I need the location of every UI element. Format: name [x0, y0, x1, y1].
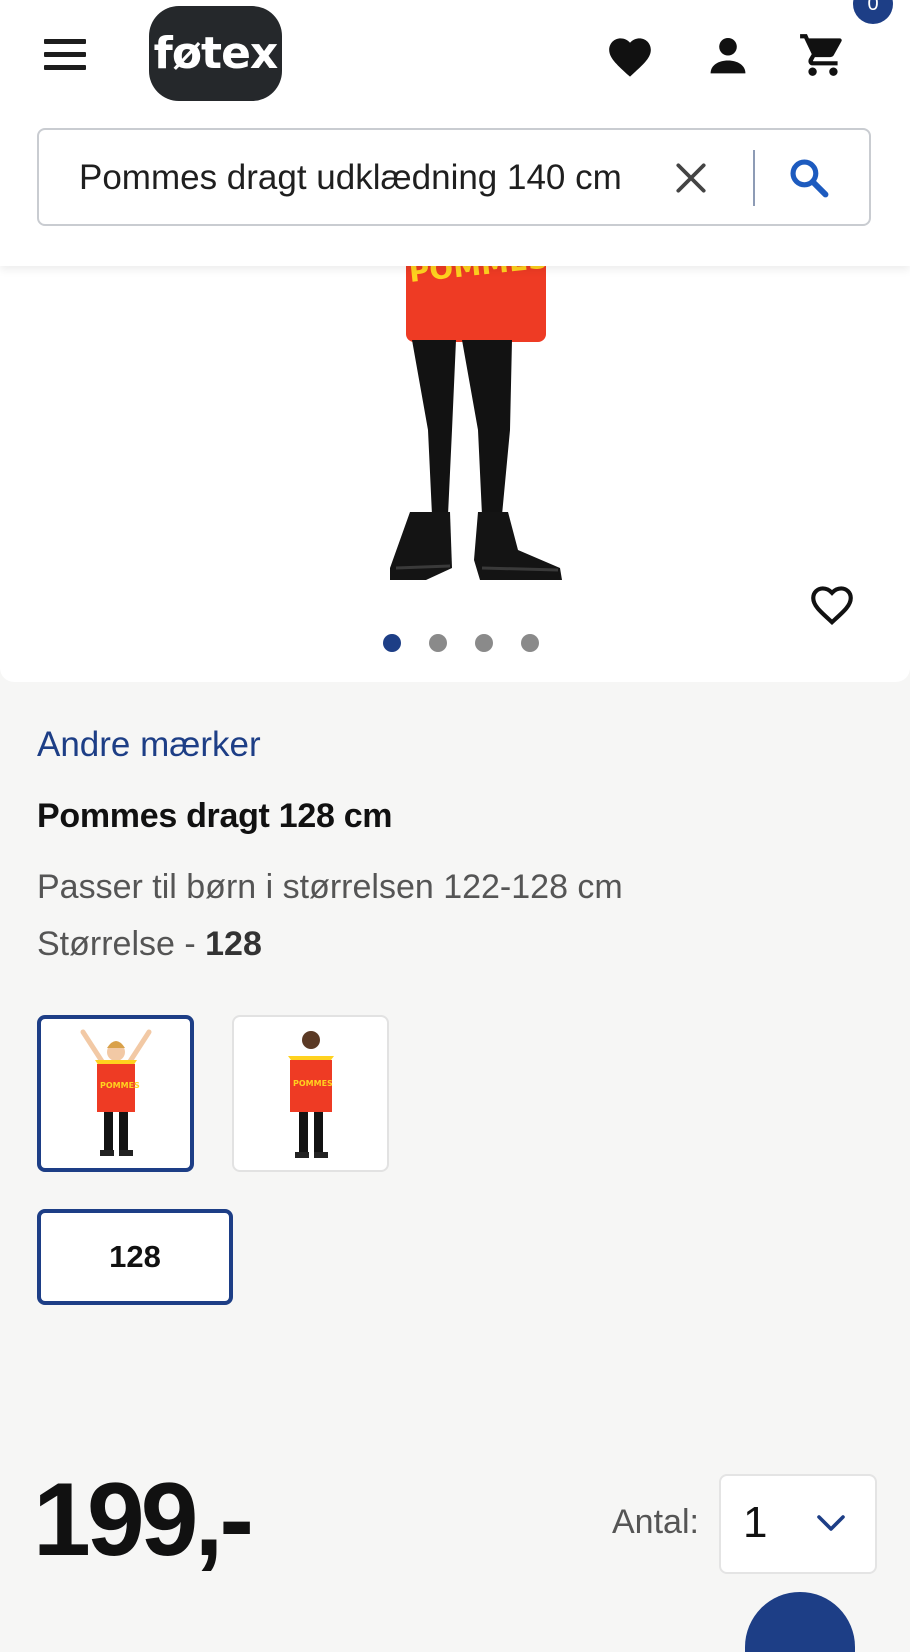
gallery-dot[interactable] — [429, 634, 447, 652]
product-gallery[interactable]: POMMES — [0, 250, 910, 682]
site-header: føtex — [0, 0, 910, 266]
search-bar — [37, 128, 871, 226]
product-price: 199,- — [33, 1462, 254, 1578]
close-icon — [676, 163, 706, 193]
person-icon — [710, 37, 746, 74]
add-to-favorites-button[interactable] — [800, 575, 864, 631]
gallery-dot[interactable] — [475, 634, 493, 652]
size-label: Størrelse - — [37, 925, 196, 963]
hamburger-menu-icon-line — [44, 52, 86, 57]
cart-button[interactable] — [788, 20, 858, 90]
brand-link[interactable]: Andre mærker — [37, 725, 261, 765]
search-icon — [790, 159, 829, 198]
search-input[interactable] — [79, 150, 659, 206]
gallery-dot[interactable] — [383, 634, 401, 652]
product-description: Passer til børn i størrelsen 122-128 cm — [37, 868, 623, 906]
menu-button[interactable] — [36, 28, 94, 80]
size-value: 128 — [205, 925, 262, 963]
chevron-down-icon — [817, 1515, 845, 1531]
variant-thumbnail-selected[interactable]: POMMES — [37, 1015, 194, 1172]
variant-text: POMMES — [293, 1079, 333, 1088]
variant-thumbnail-image: POMMES — [80, 1029, 151, 1156]
search-submit-button[interactable] — [773, 148, 845, 208]
hamburger-menu-icon-line — [44, 65, 86, 70]
variant-thumbnail[interactable]: POMMES — [232, 1015, 389, 1172]
fotex-logo[interactable]: føtex — [149, 6, 282, 101]
quantity-select[interactable]: 1 — [719, 1474, 877, 1574]
gallery-pagination — [383, 634, 539, 652]
account-button[interactable] — [693, 20, 763, 90]
gallery-dot[interactable] — [521, 634, 539, 652]
hamburger-menu-icon — [44, 39, 86, 44]
favorites-button[interactable] — [595, 20, 665, 90]
clear-search-button[interactable] — [663, 150, 719, 206]
product-title: Pommes dragt 128 cm — [37, 797, 393, 835]
product-image: POMMES — [390, 250, 562, 580]
heart-outline-icon — [811, 586, 853, 625]
search-divider — [753, 150, 755, 206]
heart-icon — [609, 38, 651, 77]
selected-size: Størrelse - 128 — [37, 925, 262, 964]
quantity-label: Antal: — [612, 1503, 699, 1541]
quantity-value: 1 — [743, 1498, 768, 1547]
shopping-cart-icon — [800, 34, 842, 76]
variant-text: POMMES — [100, 1081, 140, 1090]
add-to-cart-button[interactable] — [745, 1592, 855, 1652]
size-option-button[interactable]: 128 — [37, 1209, 233, 1305]
variant-thumbnail-image: POMMES — [287, 1030, 334, 1158]
